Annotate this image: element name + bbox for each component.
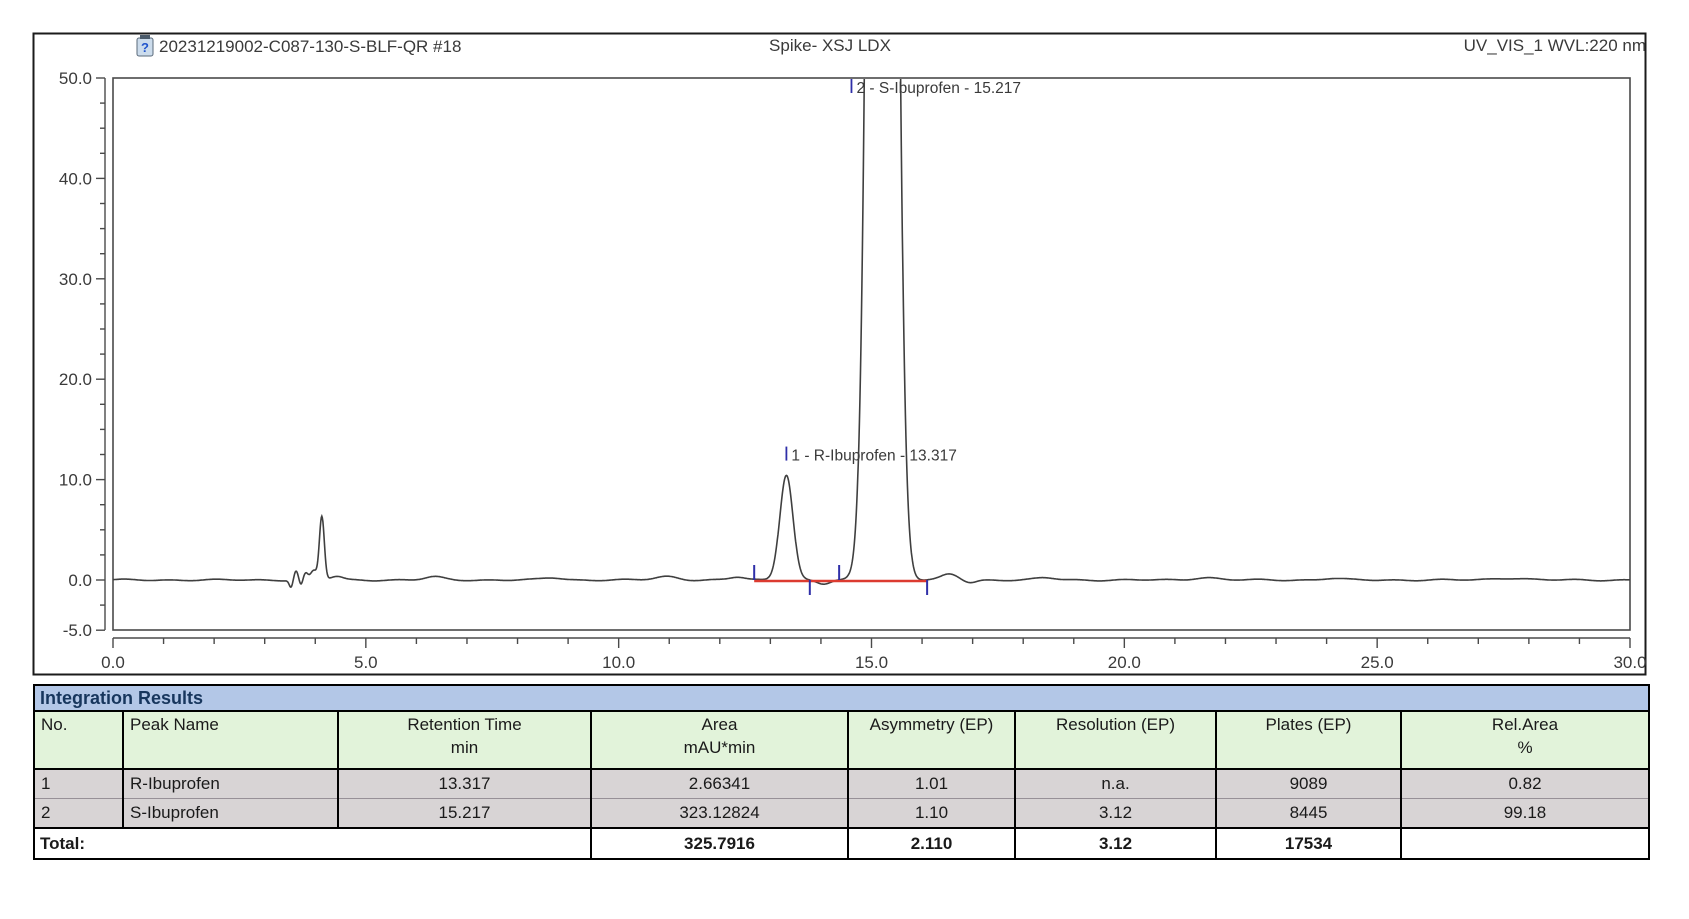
total-res: 3.12 [1015,828,1216,858]
integration-results-title: Integration Results [35,686,1648,712]
y-tick-label: 30.0 [59,270,92,289]
cell-1-res: n.a. [1015,769,1216,799]
col-header-rt: Retention Time min [338,712,591,769]
col-header-label: Peak Name [130,715,336,735]
col-header-area: Area mAU*min [591,712,848,769]
x-tick-label: 25.0 [1361,653,1394,672]
cell-1-relarea: 0.82 [1401,769,1648,799]
cell-1-rt: 13.317 [338,769,591,799]
col-header-label: Asymmetry (EP) [850,715,1013,735]
x-tick-label: 0.0 [101,653,125,672]
total-row: Total:325.79162.1103.1217534 [35,828,1648,858]
x-tick-label: 20.0 [1108,653,1141,672]
y-tick-label: 50.0 [59,69,92,88]
col-header-label: Retention Time [340,715,589,735]
col-header-name: Peak Name [123,712,338,769]
peak-row-2: 2S-Ibuprofen15.217323.128241.103.1284459… [35,799,1648,829]
y-tick-label: -5.0 [63,621,92,640]
col-header-unit: % [1403,738,1647,758]
peak-label: 1 - R-Ibuprofen - 13.317 [786,447,956,465]
sample-injection-vial-icon: ? [137,35,153,56]
x-tick-label: 30.0 [1613,653,1646,672]
total-plates: 17534 [1216,828,1401,858]
svg-text:?: ? [141,40,149,55]
cell-2-no: 2 [35,799,123,829]
x-tick-label: 15.0 [855,653,888,672]
y-tick-label: 10.0 [59,471,92,490]
total-relarea [1401,828,1648,858]
peak-row-1: 1R-Ibuprofen13.3172.663411.01n.a.90890.8… [35,769,1648,799]
col-header-relarea: Rel.Area% [1401,712,1648,769]
x-tick-label: 10.0 [602,653,635,672]
x-tick-label: 5.0 [354,653,378,672]
chart-sample-name: 20231219002-C087-130-S-BLF-QR #18 [159,37,461,56]
total-label: Total: [35,828,591,858]
col-header-asym: Asymmetry (EP) [848,712,1015,769]
cell-1-area: 2.66341 [591,769,848,799]
col-header-label: Area [593,715,846,735]
cell-2-relarea: 99.18 [1401,799,1648,829]
col-header-res: Resolution (EP) [1015,712,1216,769]
y-tick-label: 20.0 [59,370,92,389]
svg-text:1 - R-Ibuprofen - 13.317: 1 - R-Ibuprofen - 13.317 [791,448,956,465]
cell-2-plates: 8445 [1216,799,1401,829]
cell-2-res: 3.12 [1015,799,1216,829]
cell-1-name: R-Ibuprofen [123,769,338,799]
chromatogram-chart: ? 20231219002-C087-130-S-BLF-QR #18 Spike-… [0,0,1689,680]
cell-2-name: S-Ibuprofen [123,799,338,829]
chromatography-report-page: ? 20231219002-C087-130-S-BLF-QR #18 Spike-… [0,0,1689,919]
total-area: 325.7916 [591,828,848,858]
total-asym: 2.110 [848,828,1015,858]
cell-2-asym: 1.10 [848,799,1015,829]
cell-1-plates: 9089 [1216,769,1401,799]
cell-2-area: 323.12824 [591,799,848,829]
chart-title: Spike- XSJ LDX [769,36,891,55]
integration-results-panel: Integration Results No. Peak NameRetentio… [33,684,1650,860]
y-tick-label: 40.0 [59,169,92,188]
col-header-label: Rel.Area [1403,715,1647,735]
y-tick-label: 0.0 [68,571,92,590]
chart-channel-label: UV_VIS_1 WVL:220 nm [1464,36,1646,55]
svg-text:2 - S-Ibuprofen - 15.217: 2 - S-Ibuprofen - 15.217 [856,80,1021,97]
cell-2-rt: 15.217 [338,799,591,829]
col-header-label: Plates (EP) [1218,715,1399,735]
col-header-no: No. [35,712,123,769]
peak-label: 2 - S-Ibuprofen - 15.217 [851,79,1021,97]
col-header-unit: min [340,738,589,758]
col-header-unit: mAU*min [593,738,846,758]
integration-results-table: No. Peak NameRetention Time minArea mAU*min… [35,712,1648,858]
col-header-label: Resolution (EP) [1017,715,1214,735]
cell-1-no: 1 [35,769,123,799]
col-header-plates: Plates (EP) [1216,712,1401,769]
cell-1-asym: 1.01 [848,769,1015,799]
col-header-label: No. [41,715,121,735]
